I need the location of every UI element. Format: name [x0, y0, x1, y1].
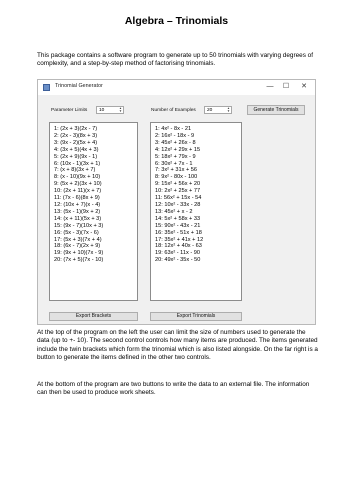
list-item[interactable]: 7: 3x² + 31x + 56 — [155, 167, 203, 174]
list-item[interactable]: 14: 5x² + 58x + 33 — [155, 216, 203, 223]
number-of-examples-value: 20 — [207, 108, 213, 113]
list-item[interactable]: 15: (9x - 7)(10x + 3) — [54, 223, 103, 230]
window-titlebar: Trinomial Generator — ☐ ✕ — [38, 80, 315, 95]
list-item[interactable]: 11: (7x - 6)(8x + 9) — [54, 195, 103, 202]
list-item[interactable]: 1: 4x² - 8x - 21 — [155, 126, 203, 133]
spinner-arrows-icon[interactable]: ▲ ▼ — [226, 107, 231, 113]
list-item[interactable]: 19: 63x² - 11x - 90 — [155, 250, 203, 257]
parameter-limits-spinner[interactable]: 10 ▲ ▼ — [96, 106, 124, 114]
export-brackets-button[interactable]: Export Brackets — [49, 312, 138, 321]
list-item[interactable]: 18: (6x - 7)(2x + 9) — [54, 243, 103, 250]
list-item[interactable]: 2: (2x - 3)(8x + 3) — [54, 133, 103, 140]
list-item[interactable]: 16: 35x² - 51x + 18 — [155, 230, 203, 237]
list-item[interactable]: 5: 18x² + 79x - 9 — [155, 154, 203, 161]
list-item[interactable]: 14: (x + 11)(5x + 3) — [54, 216, 103, 223]
spinner-arrows-icon[interactable]: ▲ ▼ — [118, 107, 123, 113]
number-of-examples-label: Number of Examples — [151, 108, 196, 113]
export-paragraph: At the bottom of the program are two but… — [37, 381, 310, 397]
list-item[interactable]: 6: 30x² + 7x - 1 — [155, 161, 203, 168]
list-item[interactable]: 16: (5x - 3)(7x - 6) — [54, 230, 103, 237]
list-item[interactable]: 9: 15x² + 56x + 20 — [155, 181, 203, 188]
number-of-examples-spinner[interactable]: 20 ▲ ▼ — [204, 106, 232, 114]
maximize-icon[interactable]: ☐ — [279, 82, 293, 92]
close-icon[interactable]: ✕ — [297, 82, 311, 92]
list-item[interactable]: 5: (2x + 9)(9x - 1) — [54, 154, 103, 161]
list-item[interactable]: 10: 2x² + 25x + 77 — [155, 188, 203, 195]
app-window: Trinomial Generator — ☐ ✕ Parameter Limi… — [37, 79, 316, 325]
list-item[interactable]: 1: (2x + 3)(2x - 7) — [54, 126, 103, 133]
page-title: Algebra – Trinomials — [124, 15, 229, 27]
list-item[interactable]: 4: 12x² + 29x + 15 — [155, 147, 203, 154]
list-item[interactable]: 20: (7x + 5)(7x - 10) — [54, 257, 103, 264]
minimize-icon[interactable]: — — [263, 82, 277, 92]
list-item[interactable]: 13: 45x² + x - 2 — [155, 209, 203, 216]
list-item[interactable]: 2: 16x² - 18x - 9 — [155, 133, 203, 140]
list-item[interactable]: 3: (9x - 2)(5x + 4) — [54, 140, 103, 147]
list-item[interactable]: 20: 49x² - 35x - 50 — [155, 257, 203, 264]
list-item[interactable]: 18: 12x² + 40x - 63 — [155, 243, 203, 250]
list-item[interactable]: 15: 90x² - 43x - 21 — [155, 223, 203, 230]
list-item[interactable]: 10: (2x + 11)(x + 7) — [54, 188, 103, 195]
list-item[interactable]: 3: 45x² + 26x - 8 — [155, 140, 203, 147]
window-title: Trinomial Generator — [55, 83, 103, 89]
list-item[interactable]: 4: (3x + 5)(4x + 3) — [54, 147, 103, 154]
intro-paragraph: This package contains a software program… — [37, 52, 314, 68]
list-item[interactable]: 17: 35x² + 41x + 12 — [155, 237, 203, 244]
list-item[interactable]: 12: (10x + 7)(x - 4) — [54, 202, 103, 209]
parameter-limits-value: 10 — [99, 108, 105, 113]
list-item[interactable]: 8: 9x² - 80x - 100 — [155, 174, 203, 181]
list-item[interactable]: 6: (10x - 1)(3x + 1) — [54, 161, 103, 168]
list-item[interactable]: 8: (x - 10)(9x + 10) — [54, 174, 103, 181]
brackets-list[interactable]: 1: (2x + 3)(2x - 7) 2: (2x - 3)(8x + 3) 3:… — [49, 122, 138, 301]
export-trinomials-button[interactable]: Export Trinomials — [150, 312, 242, 321]
list-item[interactable]: 7: (x + 8)(3x + 7) — [54, 167, 103, 174]
list-item[interactable]: 19: (9x + 10)(7x - 9) — [54, 250, 103, 257]
app-icon — [43, 84, 50, 91]
list-item[interactable]: 9: (5x + 2)(3x + 10) — [54, 181, 103, 188]
description-paragraph: At the top of the program on the left th… — [37, 329, 318, 361]
parameter-limits-label: Parameter Limits — [51, 108, 88, 113]
list-item[interactable]: 11: 56x² + 15x - 54 — [155, 195, 203, 202]
generate-trinomials-button[interactable]: Generate Trinomials — [247, 105, 305, 115]
list-item[interactable]: 12: 10x² - 33x - 28 — [155, 202, 203, 209]
list-item[interactable]: 17: (5x + 3)(7x + 4) — [54, 237, 103, 244]
list-item[interactable]: 13: (5x - 1)(9x + 2) — [54, 209, 103, 216]
trinomials-list[interactable]: 1: 4x² - 8x - 21 2: 16x² - 18x - 9 3: 45x²… — [150, 122, 242, 301]
